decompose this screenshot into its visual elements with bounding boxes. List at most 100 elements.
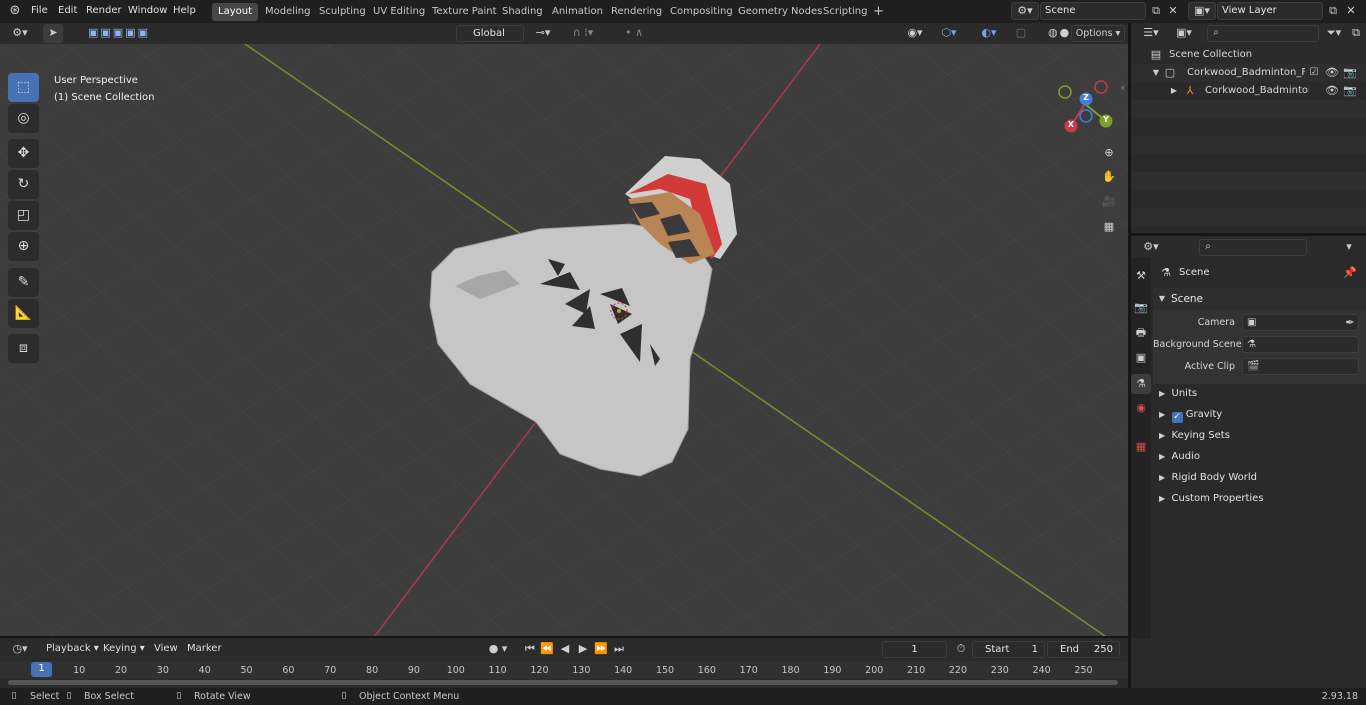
- auto-keying-icon[interactable]: ● ▾: [481, 641, 515, 657]
- rotate-tool[interactable]: ↻: [8, 170, 39, 199]
- play-icon[interactable]: ▶: [575, 641, 591, 657]
- properties-editor-type-icon[interactable]: ⚙▾: [1137, 239, 1165, 255]
- scene-panel-header[interactable]: ▼ Scene: [1153, 288, 1366, 310]
- menu-help[interactable]: Help: [168, 0, 201, 22]
- view-layer-field[interactable]: View Layer: [1217, 2, 1323, 20]
- menu-marker[interactable]: Marker: [181, 640, 228, 657]
- zoom-icon[interactable]: ⊕: [1098, 142, 1120, 164]
- view-layer-tab-icon[interactable]: ▣: [1133, 350, 1149, 366]
- tab-scripting[interactable]: Scripting: [817, 3, 873, 21]
- tab-uv-editing[interactable]: UV Editing: [367, 3, 431, 21]
- jump-keyframe-back-icon[interactable]: ⏪: [539, 641, 555, 657]
- xray-icon[interactable]: ▢: [1014, 25, 1028, 41]
- timeline-editor-type-icon[interactable]: ◷▾: [6, 641, 34, 657]
- play-reverse-icon[interactable]: ◀: [557, 641, 573, 657]
- outliner-filter-icon[interactable]: ⏷▾: [1321, 25, 1347, 41]
- select-box-tool[interactable]: ⬚: [8, 73, 39, 102]
- selection-mode-icons[interactable]: ▣▣▣▣▣: [76, 25, 162, 41]
- outliner-root-row[interactable]: ▤ Scene Collection: [1131, 46, 1366, 64]
- timeline-scrollbar[interactable]: [8, 680, 1118, 685]
- output-tab-icon[interactable]: 🖶: [1133, 325, 1149, 341]
- preview-range-clock-icon[interactable]: ⏱: [953, 641, 969, 657]
- eye-icon[interactable]: 👁: [1325, 83, 1339, 99]
- properties-search-input[interactable]: [1199, 239, 1307, 256]
- snap-icon[interactable]: ∩ ⁞▾: [562, 25, 604, 41]
- new-collection-icon[interactable]: ⧉: [1349, 25, 1363, 41]
- jump-start-icon[interactable]: ⏮: [522, 641, 538, 657]
- eye-icon[interactable]: 👁: [1325, 65, 1339, 81]
- checkbox-icon[interactable]: ☑: [1308, 65, 1320, 81]
- current-frame-field[interactable]: 1: [882, 641, 947, 658]
- outliner-display-mode-icon[interactable]: ▣▾: [1171, 25, 1197, 41]
- active-clip-field[interactable]: 🎬: [1242, 358, 1359, 375]
- menu-render[interactable]: Render: [81, 0, 127, 22]
- tool-tab-icon[interactable]: ⚒: [1133, 268, 1149, 284]
- pan-hand-icon[interactable]: ✋: [1098, 166, 1120, 188]
- render-camera-icon[interactable]: 📷: [1343, 65, 1357, 81]
- new-view-layer-icon[interactable]: ⧉: [1325, 3, 1341, 19]
- world-tab-icon[interactable]: ◉: [1133, 400, 1149, 416]
- units-subpanel[interactable]: ▶ Units: [1159, 383, 1364, 404]
- menu-playback[interactable]: Playback ▾: [40, 640, 105, 657]
- scene-name-field[interactable]: Scene: [1040, 2, 1146, 20]
- eyedropper-icon[interactable]: ✒: [1343, 315, 1357, 331]
- close-scene-icon[interactable]: ✕: [1166, 3, 1180, 19]
- visibility-icon[interactable]: ◉▾: [902, 25, 928, 41]
- jump-keyframe-forward-icon[interactable]: ⏩: [593, 641, 609, 657]
- gravity-subpanel[interactable]: ▶ ✓ Gravity: [1159, 404, 1364, 425]
- tab-sculpting[interactable]: Sculpting: [313, 3, 372, 21]
- add-cube-tool[interactable]: ⧈: [8, 334, 39, 363]
- custom-properties-subpanel[interactable]: ▶ Custom Properties: [1159, 488, 1364, 509]
- perspective-toggle-icon[interactable]: ▦: [1098, 216, 1120, 238]
- pin-icon[interactable]: 📌: [1343, 265, 1357, 281]
- render-camera-icon[interactable]: 📷: [1343, 83, 1357, 99]
- expand-arrow-icon[interactable]: ▼: [1151, 65, 1161, 81]
- menu-keying[interactable]: Keying ▾: [97, 640, 151, 657]
- add-workspace-button[interactable]: +: [867, 3, 890, 21]
- outliner-row[interactable]: ▶ ⅄ Corkwood_Badminton_F 👁 📷: [1131, 82, 1366, 100]
- audio-subpanel[interactable]: ▶ Audio: [1159, 446, 1364, 467]
- cursor-tool[interactable]: ◎: [8, 104, 39, 133]
- scene-tab-icon[interactable]: ⚗: [1131, 374, 1151, 394]
- measure-tool[interactable]: 📐: [8, 299, 39, 328]
- tab-animation[interactable]: Animation: [546, 3, 609, 21]
- transform-orientation-dropdown[interactable]: Global: [456, 25, 524, 42]
- tab-compositing[interactable]: Compositing: [664, 3, 739, 21]
- camera-field[interactable]: ▣: [1242, 314, 1359, 331]
- editor-type-icon[interactable]: ⚙▾: [6, 25, 34, 41]
- menu-window[interactable]: Window: [123, 0, 172, 22]
- outliner-row[interactable]: ▼ ▢ Corkwood_Badminton_Feath ☑ 👁 📷: [1131, 64, 1366, 82]
- keying-sets-subpanel[interactable]: ▶ Keying Sets: [1159, 425, 1364, 446]
- transform-tool[interactable]: ⊕: [8, 232, 39, 261]
- end-frame-field[interactable]: End 250: [1047, 641, 1120, 658]
- camera-view-icon[interactable]: 🎥: [1098, 191, 1120, 213]
- gravity-checkbox[interactable]: ✓: [1171, 412, 1183, 423]
- scale-tool[interactable]: ◰: [8, 201, 39, 230]
- proportional-edit-icon[interactable]: • ∧: [612, 25, 656, 41]
- sidebar-toggle-icon[interactable]: ‹: [1118, 80, 1128, 96]
- menu-view[interactable]: View: [148, 640, 184, 657]
- tab-modeling[interactable]: Modeling: [259, 3, 317, 21]
- tab-rendering[interactable]: Rendering: [605, 3, 668, 21]
- overlay-toggle-icon[interactable]: ◐▾: [973, 25, 1005, 41]
- options-dropdown[interactable]: Options ▾: [1071, 25, 1125, 42]
- gizmo-toggle-icon[interactable]: ⬡▾: [933, 25, 965, 41]
- close-view-layer-icon[interactable]: ✕: [1344, 3, 1358, 19]
- navigation-gizmo[interactable]: X Y Z: [1053, 74, 1117, 138]
- move-tool[interactable]: ✥: [8, 139, 39, 168]
- jump-end-icon[interactable]: ⏭: [611, 641, 627, 657]
- texture-tab-icon[interactable]: ▦: [1133, 439, 1149, 455]
- properties-options-icon[interactable]: ▾: [1341, 239, 1357, 255]
- outliner-editor-type-icon[interactable]: ☰▾: [1137, 25, 1165, 41]
- start-frame-field[interactable]: Start 1: [972, 641, 1045, 658]
- annotate-tool[interactable]: ✎: [8, 268, 39, 297]
- blender-logo-icon[interactable]: ⊛: [6, 3, 24, 19]
- tool-select-icon[interactable]: ➤: [43, 24, 63, 43]
- tab-shading[interactable]: Shading: [496, 3, 549, 21]
- tab-geometry-nodes[interactable]: Geometry Nodes: [732, 3, 828, 21]
- view-layer-selector-icon[interactable]: ▣▾: [1188, 2, 1216, 20]
- tab-layout[interactable]: Layout: [212, 3, 258, 21]
- scene-selector-icon[interactable]: ⚙▾: [1011, 2, 1039, 20]
- menu-edit[interactable]: Edit: [53, 0, 82, 22]
- new-scene-icon[interactable]: ⧉: [1148, 3, 1164, 19]
